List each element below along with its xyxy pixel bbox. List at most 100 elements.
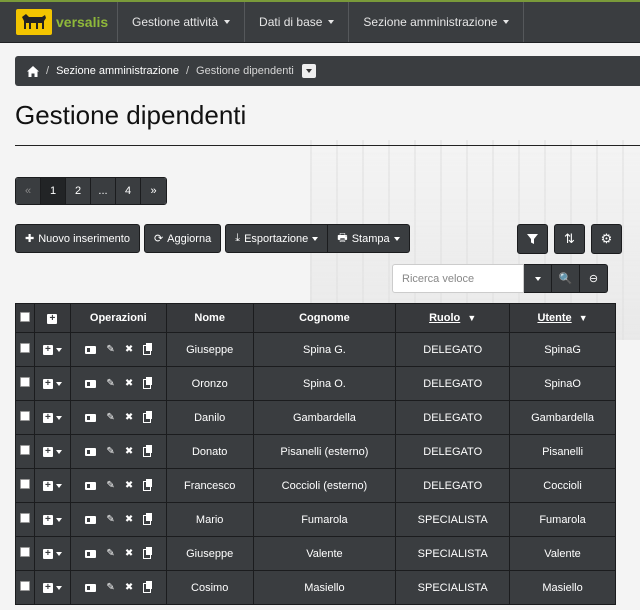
sort-button[interactable]: ⇅ — [554, 224, 585, 254]
row-select-cell[interactable] — [15, 332, 35, 367]
row-select-cell[interactable] — [15, 366, 35, 401]
delete-x-icon[interactable]: ✖ — [125, 344, 133, 355]
detail-card-icon[interactable] — [85, 549, 97, 558]
search-options-button[interactable] — [524, 264, 552, 293]
settings-button[interactable]: ⚙ — [591, 224, 622, 254]
row-expand-cell[interactable]: + — [33, 468, 71, 503]
delete-x-icon[interactable]: ✖ — [125, 582, 133, 593]
row-expand-menu[interactable]: + — [35, 378, 70, 389]
edit-pencil-icon[interactable]: ✎ — [106, 480, 114, 491]
pagination-page-1[interactable]: 1 — [41, 178, 66, 204]
select-all-header[interactable] — [15, 303, 35, 333]
new-entry-button[interactable]: ✚ Nuovo inserimento — [15, 224, 140, 253]
edit-pencil-icon[interactable]: ✎ — [106, 344, 114, 355]
detail-card-icon[interactable] — [85, 345, 97, 354]
copy-icon[interactable] — [143, 512, 153, 525]
edit-pencil-icon[interactable]: ✎ — [106, 582, 114, 593]
row-expand-menu[interactable]: + — [35, 446, 70, 457]
delete-x-icon[interactable]: ✖ — [125, 412, 133, 423]
row-checkbox[interactable] — [19, 581, 30, 591]
delete-x-icon[interactable]: ✖ — [125, 446, 133, 457]
delete-x-icon[interactable]: ✖ — [125, 378, 133, 389]
copy-icon[interactable] — [143, 410, 153, 423]
search-input[interactable] — [392, 264, 524, 293]
row-checkbox[interactable] — [19, 513, 30, 523]
pagination-prev[interactable]: « — [16, 178, 41, 204]
zoom-search-button[interactable]: ⊖ — [580, 264, 608, 293]
row-expand-cell[interactable]: + — [33, 570, 71, 605]
copy-icon[interactable] — [143, 580, 153, 593]
row-checkbox[interactable] — [19, 411, 30, 421]
refresh-button[interactable]: ⟳ Aggiorna — [143, 224, 222, 253]
row-expand-menu[interactable]: + — [35, 548, 70, 559]
row-checkbox[interactable] — [19, 377, 30, 387]
nome-header[interactable]: Nome — [165, 303, 254, 333]
row-checkbox[interactable] — [19, 479, 30, 489]
cognome-header[interactable]: Cognome — [252, 303, 397, 333]
edit-pencil-icon[interactable]: ✎ — [106, 514, 114, 525]
pagination-next[interactable]: » — [141, 178, 166, 204]
search-button[interactable]: 🔍 — [552, 264, 580, 293]
expand-all-header[interactable]: + — [33, 303, 71, 333]
table-row[interactable]: + ✎ ✖ Oronzo Spina O. DELEGATO SpinaO — [15, 366, 616, 401]
table-row[interactable]: + ✎ ✖ Francesco Coccioli (esterno) DELEG… — [15, 468, 616, 503]
detail-card-icon[interactable] — [85, 481, 97, 490]
ruolo-header[interactable]: Ruolo ▼ — [395, 303, 511, 333]
copy-icon[interactable] — [143, 444, 153, 457]
home-icon[interactable] — [27, 65, 39, 77]
row-expand-cell[interactable]: + — [33, 434, 71, 469]
filter-icon[interactable]: ▼ — [579, 313, 588, 323]
edit-pencil-icon[interactable]: ✎ — [106, 412, 114, 423]
row-expand-cell[interactable]: + — [33, 366, 71, 401]
row-expand-menu[interactable]: + — [35, 514, 70, 525]
brand-logo[interactable]: versalis — [0, 2, 118, 42]
row-expand-menu[interactable]: + — [35, 412, 70, 423]
detail-card-icon[interactable] — [85, 413, 97, 422]
delete-x-icon[interactable]: ✖ — [125, 548, 133, 559]
copy-icon[interactable] — [143, 546, 153, 559]
pagination-page-2[interactable]: 2 — [66, 178, 91, 204]
copy-icon[interactable] — [143, 342, 153, 355]
filter-button[interactable] — [517, 224, 548, 254]
row-expand-cell[interactable]: + — [33, 332, 71, 367]
menu-dati-di-base[interactable]: Dati di base — [245, 2, 350, 42]
row-checkbox[interactable] — [19, 343, 30, 353]
row-expand-cell[interactable]: + — [33, 536, 71, 571]
row-expand-menu[interactable]: + — [35, 480, 70, 491]
breadcrumb-dropdown-button[interactable] — [301, 64, 316, 78]
row-select-cell[interactable] — [15, 570, 35, 605]
pagination-page-4[interactable]: 4 — [116, 178, 141, 204]
delete-x-icon[interactable]: ✖ — [125, 480, 133, 491]
menu-gestione-attivita[interactable]: Gestione attività — [118, 2, 246, 42]
table-row[interactable]: + ✎ ✖ Donato Pisanelli (esterno) DELEGAT… — [15, 434, 616, 469]
utente-header[interactable]: Utente ▼ — [509, 303, 616, 333]
row-expand-menu[interactable]: + — [35, 582, 70, 593]
table-row[interactable]: + ✎ ✖ Danilo Gambardella DELEGATO Gambar… — [15, 400, 616, 435]
row-select-cell[interactable] — [15, 400, 35, 435]
table-row[interactable]: + ✎ ✖ Cosimo Masiello SPECIALISTA Masiel… — [15, 570, 616, 605]
edit-pencil-icon[interactable]: ✎ — [106, 378, 114, 389]
row-checkbox[interactable] — [19, 445, 30, 455]
table-row[interactable]: + ✎ ✖ Mario Fumarola SPECIALISTA Fumarol… — [15, 502, 616, 537]
row-checkbox[interactable] — [19, 547, 30, 557]
detail-card-icon[interactable] — [85, 515, 97, 524]
detail-card-icon[interactable] — [85, 447, 97, 456]
copy-icon[interactable] — [143, 376, 153, 389]
filter-icon[interactable]: ▼ — [467, 313, 476, 323]
row-select-cell[interactable] — [15, 536, 35, 571]
select-all-checkbox[interactable] — [19, 311, 30, 322]
row-expand-menu[interactable]: + — [35, 344, 70, 355]
detail-card-icon[interactable] — [85, 379, 97, 388]
breadcrumb-item-sezione-amministrazione[interactable]: Sezione amministrazione — [56, 65, 179, 77]
copy-icon[interactable] — [143, 478, 153, 491]
row-select-cell[interactable] — [15, 468, 35, 503]
table-row[interactable]: + ✎ ✖ Giuseppe Valente SPECIALISTA Valen… — [15, 536, 616, 571]
table-row[interactable]: + ✎ ✖ Giuseppe Spina G. DELEGATO SpinaG — [15, 332, 616, 367]
edit-pencil-icon[interactable]: ✎ — [106, 548, 114, 559]
row-select-cell[interactable] — [15, 434, 35, 469]
edit-pencil-icon[interactable]: ✎ — [106, 446, 114, 457]
print-button[interactable]: 🖶 Stampa — [328, 224, 410, 253]
detail-card-icon[interactable] — [85, 583, 97, 592]
delete-x-icon[interactable]: ✖ — [125, 514, 133, 525]
pagination-ellipsis[interactable]: ... — [91, 178, 116, 204]
